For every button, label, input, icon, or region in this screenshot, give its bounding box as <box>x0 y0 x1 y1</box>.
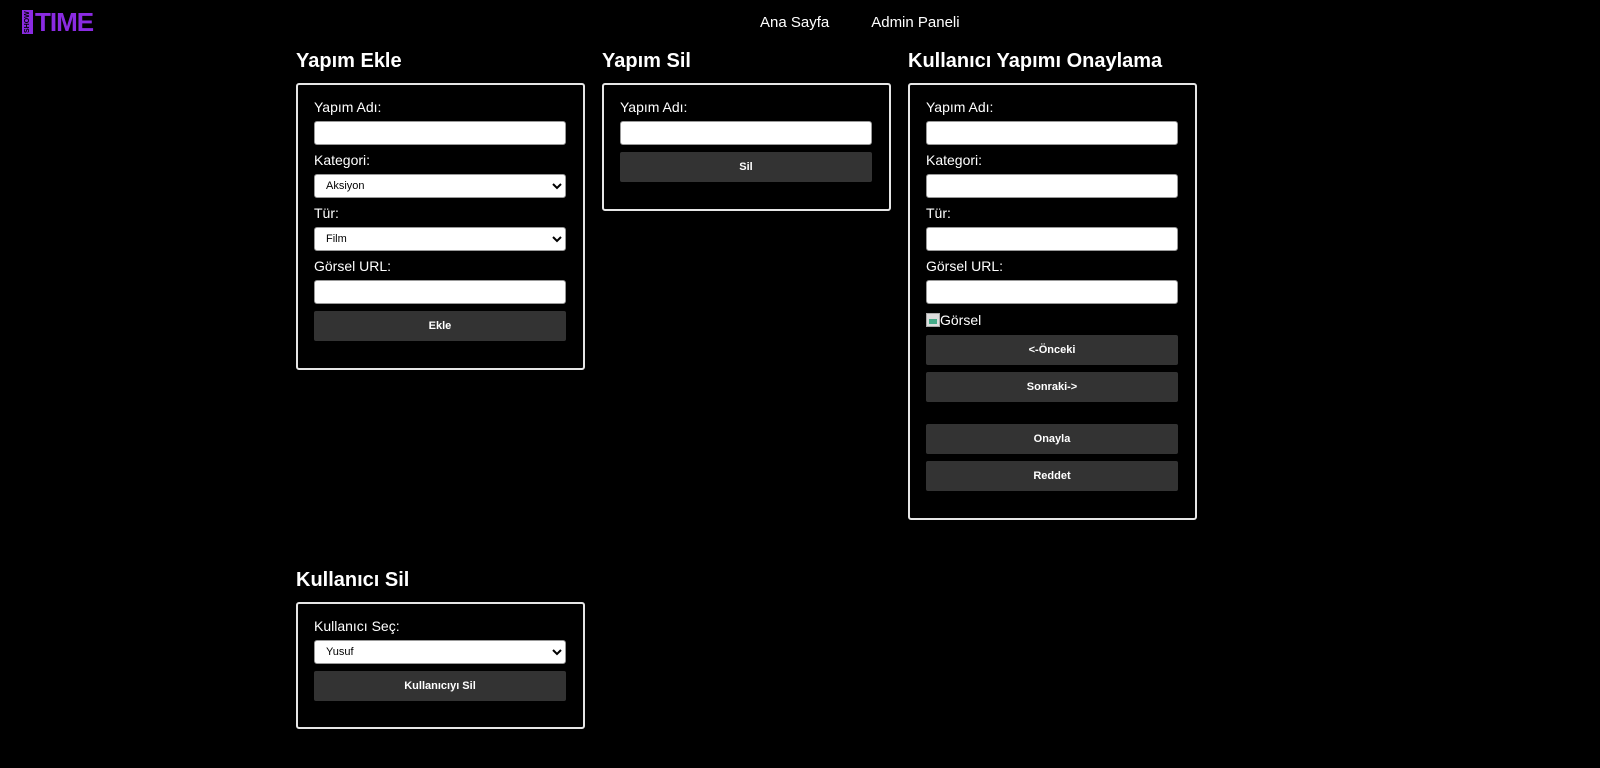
delete-user-button[interactable]: Kullanıcıyı Sil <box>314 671 566 701</box>
category-label: Kategori: <box>314 152 371 168</box>
next-button[interactable]: Sonraki-> <box>926 372 1178 402</box>
delete-production-title: Yapım Sil <box>602 50 691 72</box>
nav-admin-panel-link[interactable]: Admin Paneli <box>871 14 959 31</box>
image-url-label: Görsel URL: <box>314 258 392 274</box>
production-image-preview: Görsel <box>926 311 1179 329</box>
delete-user-form: Kullanıcı Seç: Yusuf Kullanıcıyı Sil <box>296 602 585 729</box>
image-url-input[interactable] <box>314 280 566 304</box>
logo-big-text: TIME <box>35 7 94 37</box>
delete-user-section: Kullanıcı Sil Kullanıcı Seç: Yusuf Kulla… <box>296 568 585 729</box>
type-label: Tür: <box>314 205 339 221</box>
delete-production-button[interactable]: Sil <box>620 152 872 182</box>
approve-image-url-label: Görsel URL: <box>926 258 1004 274</box>
user-select[interactable]: Yusuf <box>314 640 566 664</box>
approve-name-label: Yapım Adı: <box>926 99 994 115</box>
add-production-form: Yapım Adı: Kategori: Aksiyon Tür: Film G… <box>296 83 585 370</box>
previous-button[interactable]: <-Önceki <box>926 335 1178 365</box>
approve-production-title: Kullanıcı Yapımı Onaylama <box>908 50 1163 72</box>
production-name-input[interactable] <box>314 121 566 145</box>
approve-type-label: Tür: <box>926 205 951 221</box>
delete-user-title: Kullanıcı Sil <box>296 569 410 591</box>
approve-category-label: Kategori: <box>926 152 983 168</box>
reject-button[interactable]: Reddet <box>926 461 1178 491</box>
approve-category-input[interactable] <box>926 174 1178 198</box>
delete-production-section: Yapım Sil Yapım Adı: Sil <box>602 49 891 211</box>
approve-image-url-input[interactable] <box>926 280 1178 304</box>
image-alt-text: Görsel <box>940 312 982 328</box>
add-button[interactable]: Ekle <box>314 311 566 341</box>
broken-image-icon <box>926 313 940 327</box>
approve-name-input[interactable] <box>926 121 1178 145</box>
approve-production-form: Yapım Adı: Kategori: Tür: Görsel URL: Gö… <box>908 83 1197 520</box>
nav-home-link[interactable]: Ana Sayfa <box>760 14 829 31</box>
delete-production-name-input[interactable] <box>620 121 872 145</box>
approve-production-section: Kullanıcı Yapımı Onaylama Yapım Adı: Kat… <box>908 49 1197 520</box>
approve-button[interactable]: Onayla <box>926 424 1178 454</box>
logo[interactable]: SHOW TIME <box>22 7 94 37</box>
production-name-label: Yapım Adı: <box>314 99 382 115</box>
add-production-title: Yapım Ekle <box>296 50 402 72</box>
add-production-section: Yapım Ekle Yapım Adı: Kategori: Aksiyon … <box>296 49 585 370</box>
top-nav: Ana Sayfa Admin Paneli <box>760 14 1002 31</box>
approve-type-input[interactable] <box>926 227 1178 251</box>
type-select[interactable]: Film <box>314 227 566 251</box>
category-select[interactable]: Aksiyon <box>314 174 566 198</box>
logo-small-text: SHOW <box>22 10 33 34</box>
delete-production-form: Yapım Adı: Sil <box>602 83 891 211</box>
select-user-label: Kullanıcı Seç: <box>314 618 400 634</box>
delete-production-name-label: Yapım Adı: <box>620 99 688 115</box>
